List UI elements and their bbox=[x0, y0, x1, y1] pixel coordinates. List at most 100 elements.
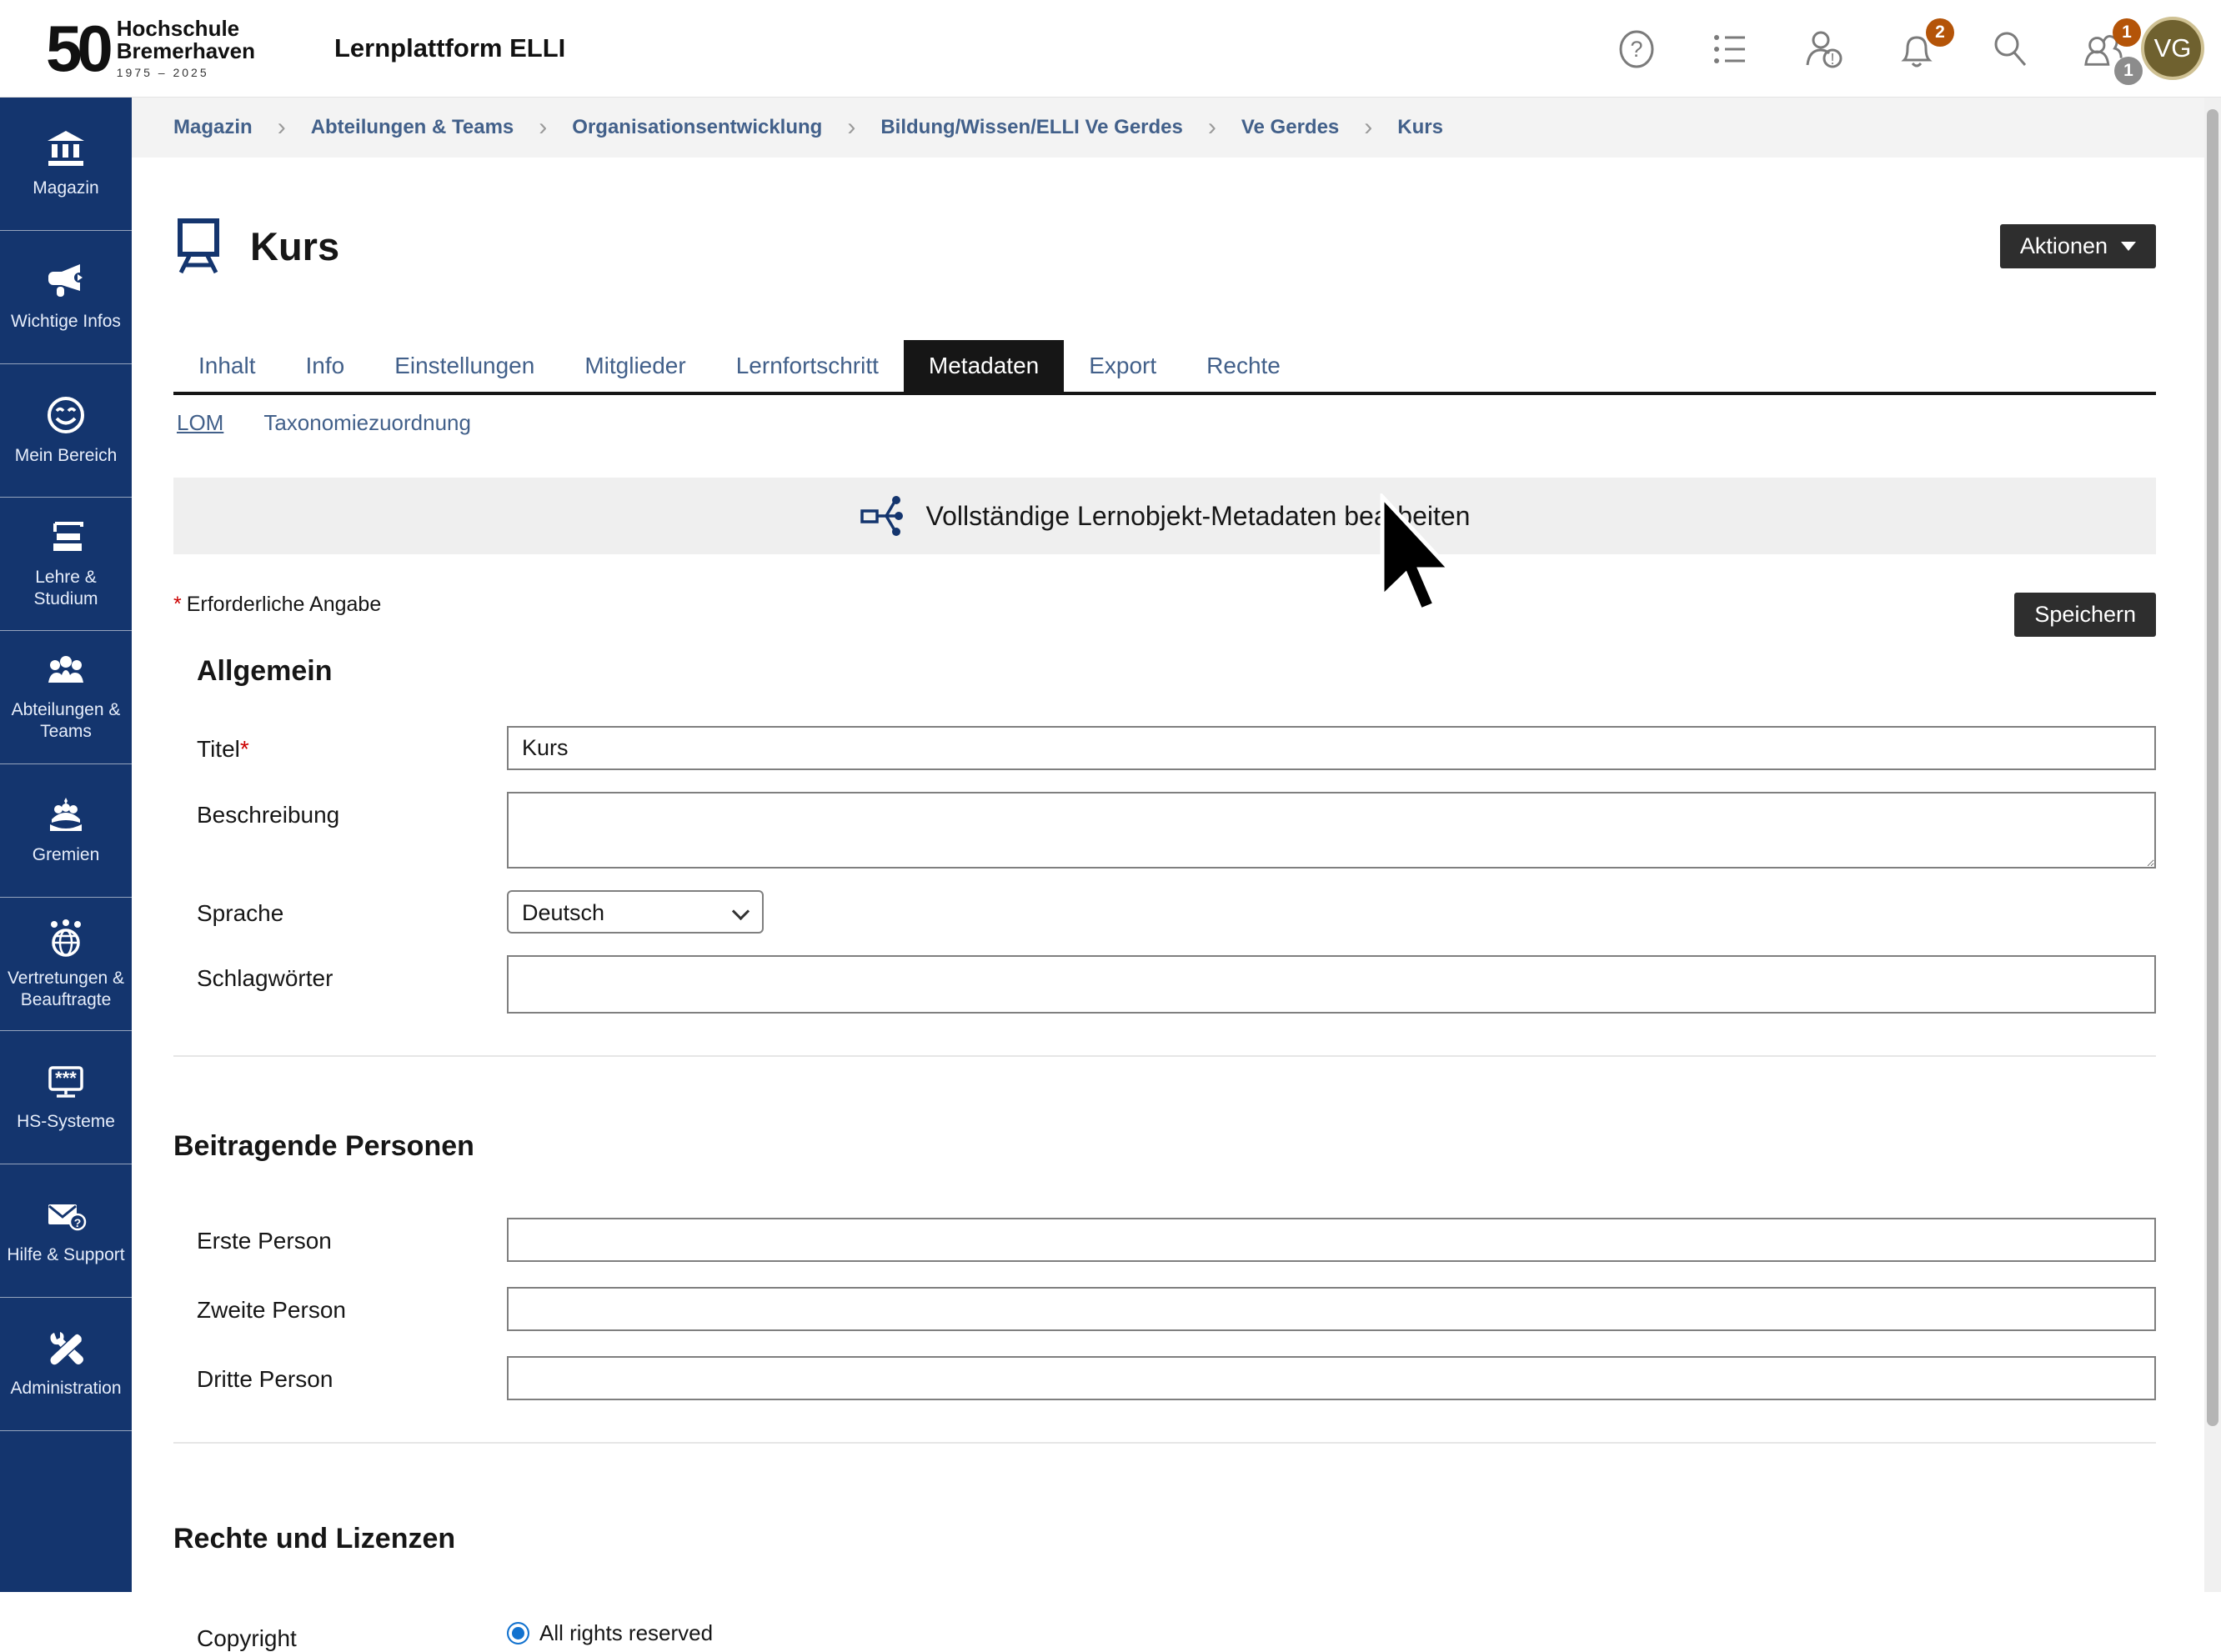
sidebar-item-hilfe-support[interactable]: ? Hilfe & Support bbox=[0, 1164, 132, 1298]
sidebar-item-label: Mein Bereich bbox=[15, 445, 118, 466]
tab-inhalt[interactable]: Inhalt bbox=[173, 340, 281, 392]
sidebar-item-label: Vertretungen & Beauftragte bbox=[5, 968, 127, 1009]
tab-bar: Inhalt Info Einstellungen Mitglieder Ler… bbox=[173, 340, 2156, 395]
smiley-icon bbox=[46, 395, 86, 435]
dritte-person-label: Dritte Person bbox=[173, 1356, 507, 1400]
sidebar-item-label: Wichtige Infos bbox=[11, 311, 121, 332]
tab-einstellungen[interactable]: Einstellungen bbox=[369, 340, 559, 392]
titel-label: Titel* bbox=[173, 726, 507, 770]
section-heading-rechte: Rechte und Lizenzen bbox=[173, 1523, 2156, 1555]
save-button[interactable]: Speichern bbox=[2014, 593, 2156, 637]
awareness-button[interactable]: ! bbox=[1802, 28, 1844, 70]
copyright-radio[interactable] bbox=[507, 1622, 529, 1644]
sidebar-item-mein-bereich[interactable]: Lehre & Studium Mein Bereich bbox=[0, 364, 132, 498]
bank-icon bbox=[46, 129, 86, 168]
sidebar-item-lehre-studium[interactable]: Lehre & Studium bbox=[0, 498, 132, 631]
avatar[interactable]: VG bbox=[2141, 17, 2204, 80]
sidebar-item-label: Lehre & Studium bbox=[5, 567, 127, 608]
monitor-icon: *** bbox=[45, 1063, 87, 1101]
sidebar-item-gremien[interactable]: Gremien bbox=[0, 764, 132, 898]
tab-export[interactable]: Export bbox=[1064, 340, 1181, 392]
sidebar-item-administration[interactable]: Administration bbox=[0, 1298, 132, 1431]
edit-full-metadata-button[interactable]: Vollständige Lernobjekt-Metadaten bearbe… bbox=[173, 478, 2156, 554]
help-button[interactable]: ? bbox=[1616, 28, 1657, 70]
svg-text:!: ! bbox=[1830, 51, 1834, 68]
sprache-label: Sprache bbox=[173, 890, 507, 934]
breadcrumb-separator: › bbox=[1208, 113, 1216, 142]
logo-line1: Hochschule bbox=[117, 18, 255, 40]
person-alert-icon: ! bbox=[1802, 28, 1844, 70]
scrollbar-track bbox=[2204, 98, 2221, 1592]
help-icon: ? bbox=[1617, 29, 1657, 69]
group-icon bbox=[45, 653, 87, 689]
copyright-radio-label: All rights reserved bbox=[539, 1620, 713, 1646]
tab-mitglieder[interactable]: Mitglieder bbox=[559, 340, 710, 392]
erste-person-label: Erste Person bbox=[173, 1218, 507, 1262]
tab-metadaten[interactable]: Metadaten bbox=[904, 340, 1064, 392]
actions-button[interactable]: Aktionen bbox=[2000, 224, 2156, 268]
scrollbar-thumb[interactable] bbox=[2207, 109, 2218, 1426]
actions-button-label: Aktionen bbox=[2020, 233, 2108, 259]
breadcrumb-item[interactable]: Organisationsentwicklung bbox=[572, 116, 822, 139]
tab-lernfortschritt[interactable]: Lernfortschritt bbox=[711, 340, 904, 392]
sidebar-item-hs-systeme[interactable]: *** HS-Systeme bbox=[0, 1031, 132, 1164]
logo-50-text: 50 bbox=[46, 19, 108, 78]
breadcrumb-item[interactable]: Bildung/Wissen/ELLI Ve Gerdes bbox=[880, 116, 1183, 139]
subtab-taxonomiezuordnung[interactable]: Taxonomiezuordnung bbox=[263, 410, 471, 436]
breadcrumb: Magazin › Abteilungen & Teams › Organisa… bbox=[132, 98, 2204, 158]
breadcrumb-item[interactable]: Kurs bbox=[1397, 116, 1443, 139]
erste-person-input[interactable] bbox=[507, 1218, 2156, 1262]
sidebar-item-magazin[interactable]: Magazin bbox=[0, 98, 132, 231]
svg-text:***: *** bbox=[55, 1068, 77, 1089]
app-title: Lernplattform ELLI bbox=[334, 33, 565, 63]
subtab-bar: LOM Taxonomiezuordnung bbox=[173, 410, 2156, 436]
titel-input[interactable] bbox=[507, 726, 2156, 770]
svg-text:?: ? bbox=[1630, 37, 1642, 62]
list-icon bbox=[1710, 29, 1750, 69]
course-easel-icon bbox=[173, 218, 223, 276]
contacts-button[interactable]: 1 1 bbox=[2083, 28, 2124, 70]
schlagwoerter-input[interactable] bbox=[507, 955, 2156, 1014]
tab-info[interactable]: Info bbox=[281, 340, 370, 392]
tab-rechte[interactable]: Rechte bbox=[1181, 340, 1306, 392]
subtab-lom[interactable]: LOM bbox=[177, 410, 223, 436]
sidebar-item-abteilungen-teams[interactable]: Abteilungen & Teams bbox=[0, 631, 132, 764]
section-heading-allgemein: Allgemein bbox=[197, 655, 2156, 688]
books-icon bbox=[45, 518, 87, 557]
contacts-total-badge: 1 bbox=[2114, 57, 2143, 85]
dritte-person-input[interactable] bbox=[507, 1356, 2156, 1400]
beschreibung-textarea[interactable] bbox=[507, 792, 2156, 869]
breadcrumb-item[interactable]: Abteilungen & Teams bbox=[311, 116, 514, 139]
sidebar-item-label: Administration bbox=[10, 1378, 121, 1399]
page-title: Kurs bbox=[250, 223, 339, 269]
sidebar-item-label: Abteilungen & Teams bbox=[5, 699, 127, 741]
mail-question-icon: ? bbox=[45, 1196, 87, 1234]
search-icon bbox=[1989, 28, 2031, 70]
required-note: *Erforderliche Angabe bbox=[173, 593, 381, 617]
notification-badge: 2 bbox=[1926, 18, 1954, 47]
edit-full-metadata-label: Vollständige Lernobjekt-Metadaten bearbe… bbox=[926, 501, 1471, 532]
sidebar-item-vertretungen[interactable]: Vertretungen & Beauftragte bbox=[0, 898, 132, 1031]
search-button[interactable] bbox=[1989, 28, 2031, 70]
svg-text:?: ? bbox=[74, 1216, 82, 1229]
sidebar-item-label: HS-Systeme bbox=[17, 1111, 115, 1132]
megaphone-icon bbox=[45, 263, 87, 301]
menu-list-button[interactable] bbox=[1709, 28, 1751, 70]
section-divider bbox=[173, 1055, 2156, 1057]
node-tree-icon bbox=[860, 493, 905, 538]
zweite-person-input[interactable] bbox=[507, 1287, 2156, 1331]
university-logo: 50 Hochschule Bremerhaven 1975 – 2025 bbox=[46, 18, 255, 79]
sprache-select[interactable]: Deutsch bbox=[507, 890, 764, 934]
required-asterisk: * bbox=[173, 593, 182, 616]
notifications-button[interactable]: 2 bbox=[1896, 28, 1938, 70]
section-heading-beitragende: Beitragende Personen bbox=[173, 1130, 2156, 1163]
contacts-new-badge: 1 bbox=[2113, 18, 2141, 47]
breadcrumb-item[interactable]: Magazin bbox=[173, 116, 253, 139]
breadcrumb-item[interactable]: Ve Gerdes bbox=[1241, 116, 1339, 139]
required-note-label: Erforderliche Angabe bbox=[187, 593, 381, 616]
copyright-label: Copyright bbox=[173, 1615, 507, 1652]
sidebar-item-wichtige-infos[interactable]: Wichtige Infos bbox=[0, 231, 132, 364]
committee-icon bbox=[45, 796, 87, 834]
breadcrumb-separator: › bbox=[1364, 113, 1372, 142]
globe-people-icon bbox=[46, 918, 86, 958]
